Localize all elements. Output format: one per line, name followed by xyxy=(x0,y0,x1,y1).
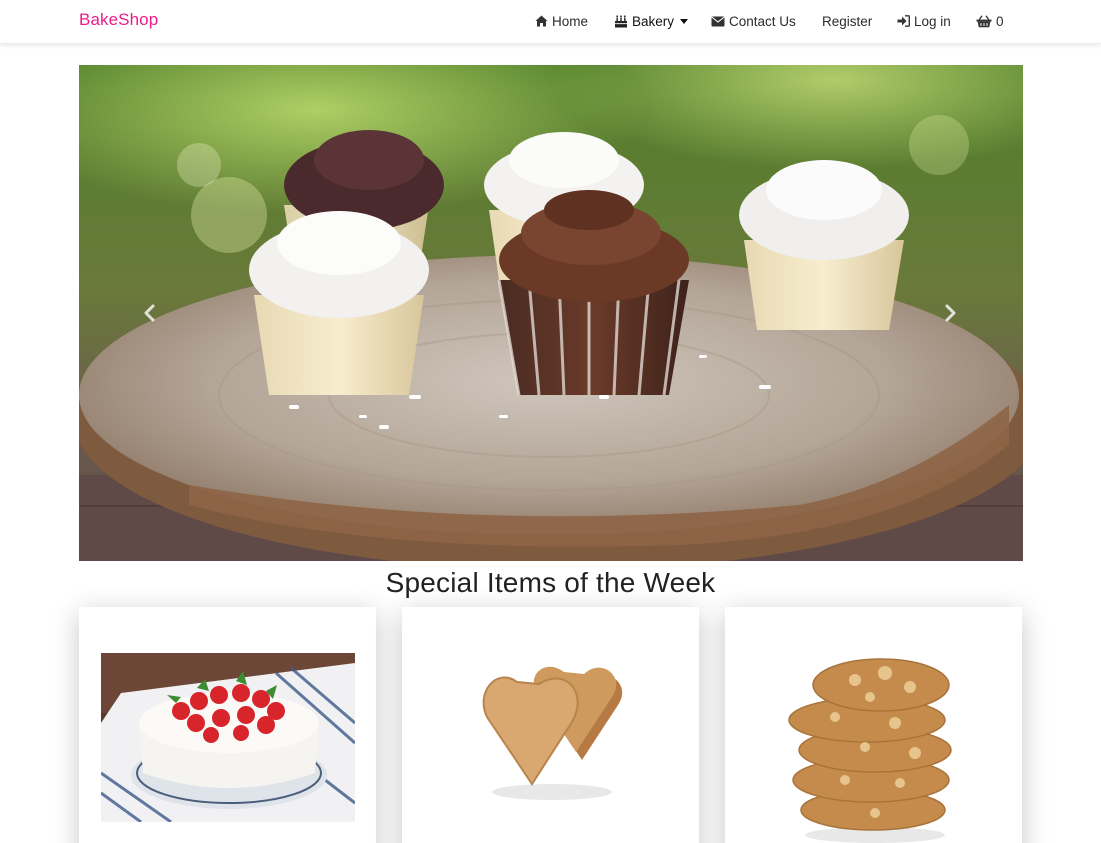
nav-contact-label: Contact Us xyxy=(729,13,796,29)
chevron-right-icon xyxy=(945,304,956,322)
envelope-icon xyxy=(711,16,725,27)
nav-login[interactable]: Log in xyxy=(897,11,951,31)
heart-cookies-image xyxy=(482,666,623,800)
cart-count: 0 xyxy=(996,13,1004,29)
product-card[interactable] xyxy=(79,607,376,843)
nav-bakery-dropdown[interactable]: Bakery xyxy=(614,11,689,31)
brand-logo[interactable]: BakeShop xyxy=(79,10,158,30)
navbar: BakeShop Home Bakery Contact Us Register xyxy=(0,0,1101,44)
chevron-left-icon xyxy=(144,304,155,322)
nav-bakery-label: Bakery xyxy=(632,13,675,29)
chevron-down-icon xyxy=(680,18,689,24)
nav-contact[interactable]: Contact Us xyxy=(711,11,796,31)
hero-carousel[interactable] xyxy=(79,65,1023,561)
nav-register[interactable]: Register xyxy=(822,11,872,31)
birthday-cake-icon xyxy=(614,14,628,28)
nav-login-label: Log in xyxy=(914,13,951,29)
section-title: Special Items of the Week xyxy=(385,567,716,598)
sign-in-icon xyxy=(897,15,910,27)
stacked-cookies-image xyxy=(788,658,952,843)
product-card[interactable] xyxy=(402,607,699,843)
carousel-next-control[interactable] xyxy=(941,301,961,325)
nav-cart[interactable]: 0 xyxy=(976,11,1004,31)
strawberry-cake-image xyxy=(101,653,355,822)
hero-cupcakes-image xyxy=(79,65,1023,561)
nav-home-label: Home xyxy=(552,13,589,29)
home-icon xyxy=(535,15,548,27)
product-card[interactable] xyxy=(725,607,1022,843)
shopping-basket-icon xyxy=(976,14,992,28)
nav-home[interactable]: Home xyxy=(535,11,588,31)
carousel-prev-control[interactable] xyxy=(139,301,159,325)
nav-register-label: Register xyxy=(822,13,873,29)
